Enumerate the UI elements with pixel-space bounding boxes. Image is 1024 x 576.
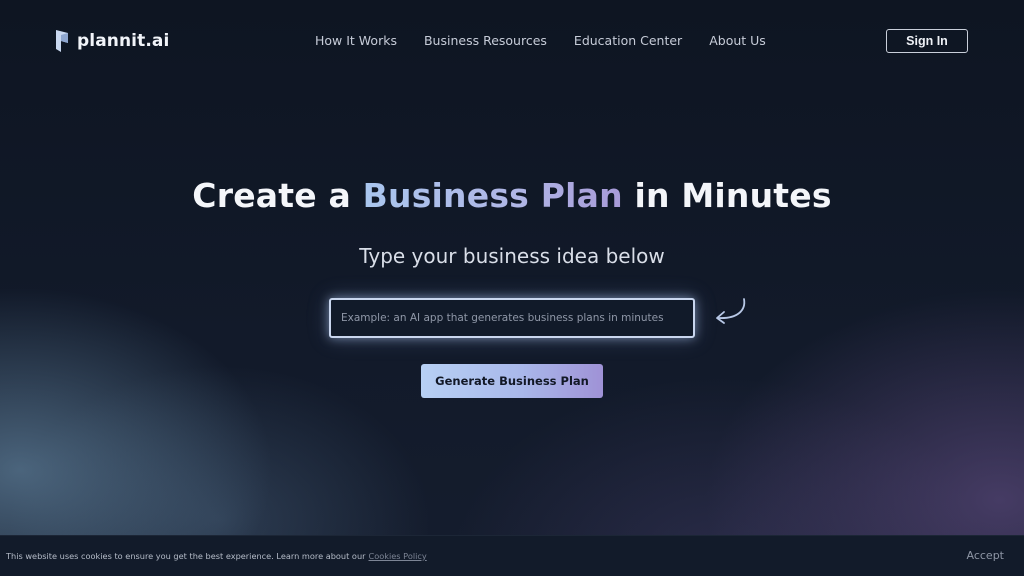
brand-logo[interactable]: plannit.ai: [55, 28, 169, 54]
hero-title-accent: Business Plan: [362, 176, 623, 215]
hero-title-suffix: in Minutes: [634, 176, 832, 215]
page: plannit.ai How It Works Business Resourc…: [0, 0, 1024, 576]
generate-business-plan-button[interactable]: Generate Business Plan: [421, 364, 603, 398]
hero-title-prefix: Create a: [192, 176, 351, 215]
nav-how-it-works[interactable]: How It Works: [315, 33, 397, 48]
business-idea-input[interactable]: [329, 298, 695, 338]
nav-business-resources[interactable]: Business Resources: [424, 33, 547, 48]
cookie-banner: This website uses cookies to ensure you …: [0, 535, 1024, 576]
brand-name: plannit.ai: [77, 31, 170, 51]
cookie-message: This website uses cookies to ensure you …: [6, 551, 366, 561]
hero-subtitle: Type your business idea below: [359, 244, 665, 268]
nav-education-center[interactable]: Education Center: [574, 33, 682, 48]
accept-cookies-button[interactable]: Accept: [967, 549, 1005, 562]
plannit-logo-icon: [56, 30, 68, 52]
curved-arrow-left-icon: [716, 298, 746, 324]
site-header: plannit.ai How It Works Business Resourc…: [0, 0, 1024, 82]
sign-in-button[interactable]: Sign In: [886, 29, 968, 53]
nav-about-us[interactable]: About Us: [709, 33, 766, 48]
main-nav: How It Works Business Resources Educatio…: [315, 33, 766, 48]
hero-title: Create a Business Plan in Minutes: [0, 176, 1024, 215]
cookies-policy-link[interactable]: Cookies Policy: [369, 551, 427, 561]
